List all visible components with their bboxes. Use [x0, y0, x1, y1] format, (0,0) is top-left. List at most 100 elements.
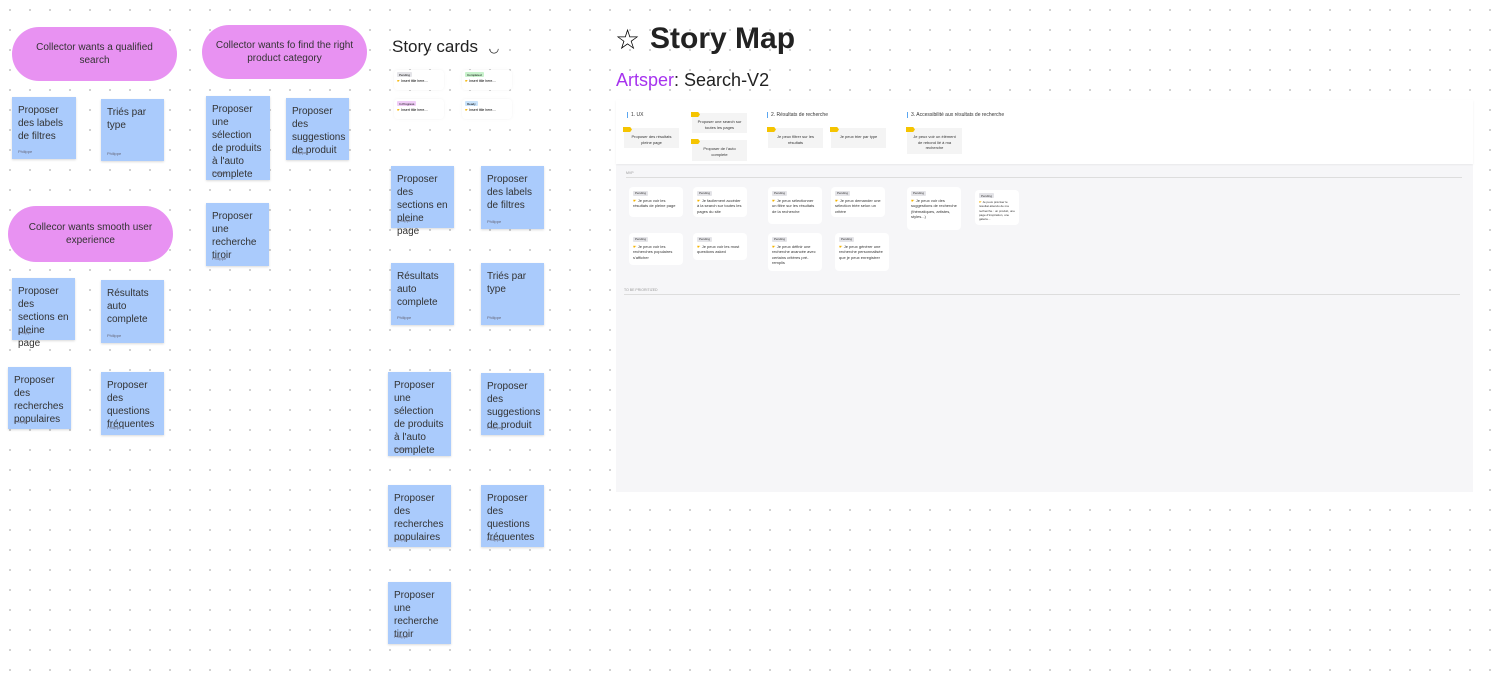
- sticky-note[interactable]: Proposer une sélection de produits à l'a…: [206, 96, 270, 180]
- status-badge: Ready: [465, 101, 478, 106]
- sticky-author: Philippe: [107, 332, 122, 338]
- story-card[interactable]: Pending ☛ Je peux générer une recherche p…: [835, 233, 889, 271]
- release-label: MVP: [626, 171, 634, 175]
- sticky-note[interactable]: Proposer des sections en pleine page Phil…: [391, 166, 454, 237]
- sticky-note[interactable]: Proposer une recherche tiroir Philippe: [206, 203, 269, 266]
- sticky-note[interactable]: Proposer des suggestions de produit Phili…: [286, 98, 349, 160]
- activities-row: 1. UX 2. Résultats de recherche 3. Acces…: [616, 100, 1473, 164]
- sticky-author: Philippe: [487, 218, 502, 224]
- sticky-author: Philippe: [107, 150, 122, 156]
- story-card-template[interactable]: Ready ☛ Insert title here....: [462, 99, 512, 119]
- sticky-text: Proposer des sections en pleine page: [18, 286, 69, 349]
- story-map-board: 1. UX 2. Résultats de recherche 3. Acces…: [616, 100, 1473, 492]
- persona-pill[interactable]: Collector wants fo find the right produc…: [202, 25, 367, 79]
- sticky-text: Triés par type: [107, 107, 147, 131]
- sticky-text: Proposer des suggestions de produit: [487, 381, 541, 431]
- hand-icon: ☛: [465, 108, 469, 112]
- sticky-note[interactable]: Proposer des recherches populaires Philip…: [388, 485, 451, 547]
- sticky-note[interactable]: Proposer des questions fréquentes Philipp…: [101, 372, 164, 435]
- sticky-author: Philippe: [212, 169, 227, 175]
- activity-header: 3. Accessibilité aux résultats de recher…: [907, 112, 1004, 118]
- sticky-text: Triés par type: [487, 271, 527, 295]
- sticky-author: Philippe: [107, 424, 122, 430]
- sticky-note[interactable]: Proposer des labels de filtres Philippe: [12, 97, 76, 159]
- sticky-author: Philippe: [212, 255, 227, 261]
- story-card-template[interactable]: In Progress ☛ Insert title here....: [394, 99, 444, 119]
- sticky-text: Proposer des recherches populaires: [394, 493, 444, 543]
- hand-icon: ☛: [465, 79, 469, 83]
- story-card-template[interactable]: Pending ☛ Insert title here....: [394, 70, 444, 90]
- goal-card[interactable]: Proposer de l'auto complete: [691, 139, 747, 161]
- persona-pill[interactable]: Collecor wants smooth user experience: [8, 206, 173, 262]
- status-badge: Pending: [397, 72, 413, 77]
- activity-header: 2. Résultats de recherche: [767, 112, 828, 118]
- sticky-author: Philippe: [394, 536, 409, 542]
- card-title: Insert title here....: [469, 79, 497, 83]
- story-card[interactable]: Pending ☛ Je peux sélectionner un filtre …: [768, 187, 822, 224]
- card-title: Insert title here....: [469, 108, 497, 112]
- sticky-author: Philippe: [394, 633, 409, 639]
- hand-icon: ☛: [397, 79, 401, 83]
- goal-card[interactable]: Je peux filtrer sur les résultats: [767, 127, 823, 148]
- goal-card[interactable]: Je peux trier par type: [830, 127, 886, 148]
- sticky-author: Philippe: [18, 329, 33, 335]
- story-card[interactable]: Pending ☛ Je peux voir les recherches pop…: [629, 233, 683, 265]
- sticky-author: Philippe: [14, 418, 29, 424]
- story-card[interactable]: Pending ☛ Je peux définir une recherche a…: [768, 233, 822, 271]
- sticky-text: Proposer des labels de filtres: [487, 174, 533, 211]
- star-icon: ☆: [615, 24, 641, 55]
- sticky-author: Philippe: [487, 536, 502, 542]
- sticky-note[interactable]: Proposer des recherches populaires Philip…: [8, 367, 71, 429]
- story-card[interactable]: Pending ☛ Je peux préciser le résultat at…: [975, 190, 1019, 225]
- sticky-author: Philippe: [292, 149, 307, 155]
- story-card[interactable]: Pending ☛ Je peux demander une sélection …: [831, 187, 885, 217]
- sticky-author: Philippe: [397, 217, 412, 223]
- sticky-text: Proposer des sections en pleine page: [397, 174, 448, 237]
- sticky-note[interactable]: Proposer des questions fréquentes Philipp…: [481, 485, 544, 547]
- story-map-title: Story Map: [650, 22, 796, 55]
- sticky-note[interactable]: Triés par type Philippe: [101, 99, 164, 161]
- sticky-text: Proposer des recherches populaires: [14, 375, 64, 425]
- goal-card[interactable]: Proposer une search sur toutes les pages: [691, 112, 747, 133]
- sticky-text: Proposer des questions fréquentes: [107, 380, 155, 430]
- sticky-author: Philippe: [397, 314, 412, 320]
- story-card[interactable]: Pending ☛ Je facilement accéder à la sear…: [693, 187, 747, 217]
- sticky-note[interactable]: Résultats auto complete Philippe: [391, 263, 454, 325]
- activity-header: 1. UX: [627, 112, 644, 118]
- status-badge: Completed: [465, 72, 484, 77]
- sticky-text: Proposer des suggestions de produit: [292, 106, 346, 156]
- sticky-text: Proposer une recherche tiroir: [394, 590, 439, 640]
- sticky-author: Philippe: [394, 445, 409, 451]
- sticky-note[interactable]: Proposer des labels de filtres Philippe: [481, 166, 544, 229]
- goal-card[interactable]: Je peux voir un élément de rebond lié à …: [906, 127, 962, 154]
- sticky-author: Philippe: [487, 424, 502, 430]
- sticky-author: Philippe: [18, 148, 33, 154]
- sticky-text: Proposer une sélection de produits à l'a…: [394, 380, 444, 456]
- sticky-text: Proposer une sélection de produits à l'a…: [212, 104, 262, 180]
- smile-icon: ◡: [488, 41, 500, 55]
- sticky-note[interactable]: Proposer une recherche tiroir Philippe: [388, 582, 451, 644]
- story-card[interactable]: Pending ☛ Je peux voir les résultats de p…: [629, 187, 683, 217]
- divider: [624, 294, 1460, 295]
- story-cards-title: Story cards ◡: [392, 37, 500, 56]
- sticky-text: Proposer des questions fréquentes: [487, 493, 535, 543]
- sticky-text: Résultats auto complete: [397, 271, 439, 308]
- sticky-note[interactable]: Triés par type Philippe: [481, 263, 544, 325]
- sticky-note[interactable]: Proposer des sections en pleine page Phil…: [12, 278, 75, 349]
- story-card[interactable]: Pending ☛ Je peux voir les most questions…: [693, 233, 747, 260]
- project-subtitle: Artsper: Search-V2: [616, 70, 770, 90]
- sticky-note[interactable]: Résultats auto complete Philippe: [101, 280, 164, 343]
- sticky-author: Philippe: [487, 314, 502, 320]
- hand-icon: ☛: [397, 108, 401, 112]
- sticky-note[interactable]: Proposer des suggestions de produit Phili…: [481, 373, 544, 435]
- sticky-note[interactable]: Proposer une sélection de produits à l'a…: [388, 372, 451, 456]
- persona-pill[interactable]: Collector wants a qualified search: [12, 27, 177, 81]
- release-label: TO BE PRIORITIZED: [624, 288, 658, 292]
- status-badge: In Progress: [397, 101, 417, 106]
- sticky-text: Proposer une recherche tiroir: [212, 211, 257, 261]
- divider: [626, 177, 1462, 178]
- sticky-text: Résultats auto complete: [107, 288, 149, 325]
- goal-card[interactable]: Proposer des résultats pleine page: [623, 127, 679, 148]
- story-card[interactable]: Pending ☛ Je peux voir des suggestions de…: [907, 187, 961, 230]
- story-card-template[interactable]: Completed ☛ Insert title here....: [462, 70, 512, 90]
